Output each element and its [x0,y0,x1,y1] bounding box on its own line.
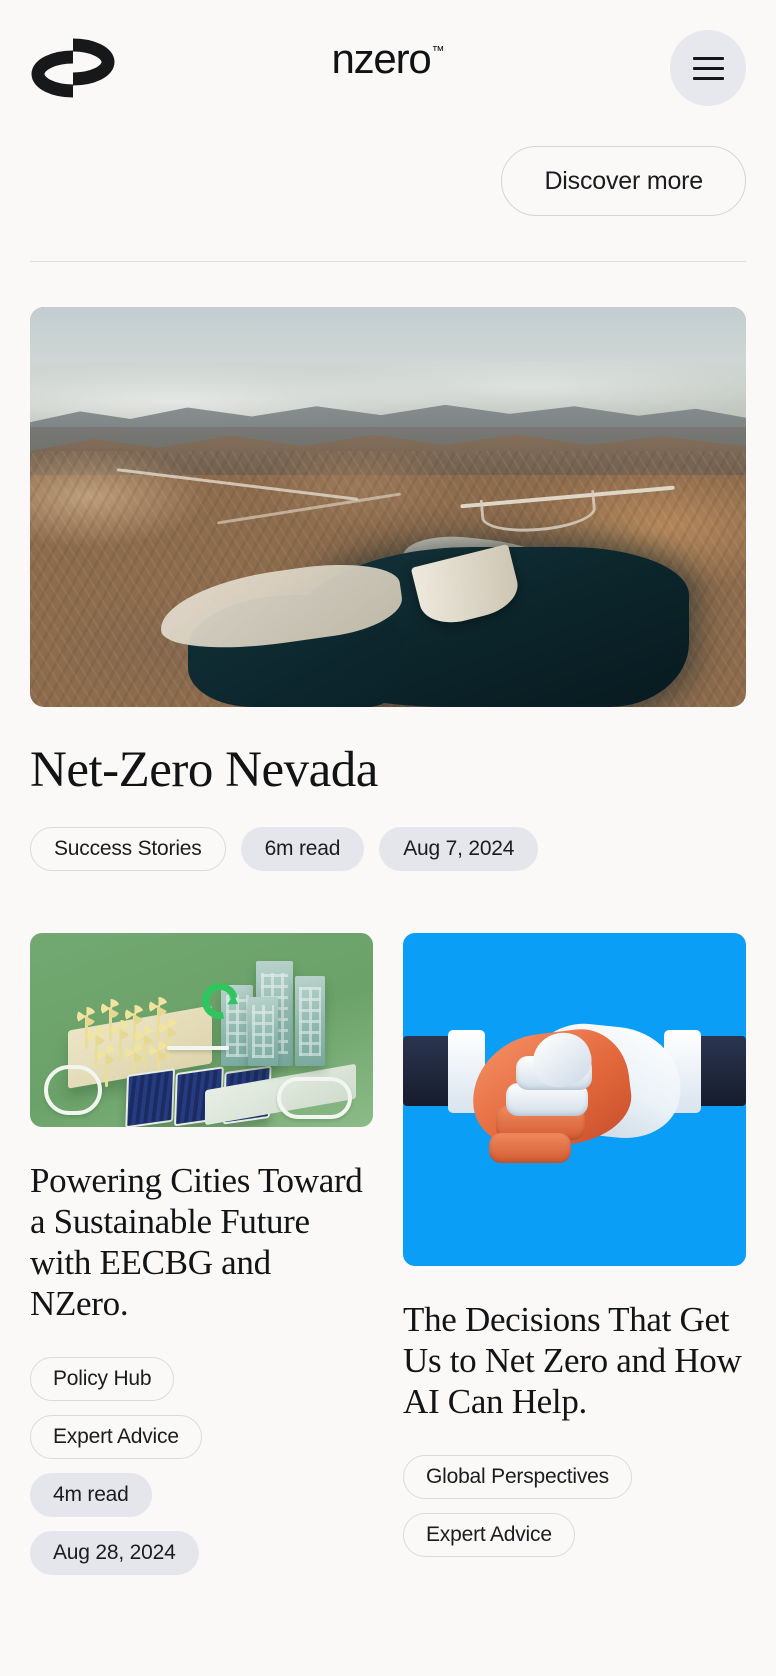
article-card-title-eecbg: Powering Cities Toward a Sustainable Fut… [30,1161,363,1323]
tag-expert-advice[interactable]: Expert Advice [30,1414,202,1459]
discover-more-row: Discover more [0,136,776,216]
building [248,996,278,1067]
site-header: nzero™ [0,0,776,136]
wind-turbine-icon [97,1045,117,1088]
trademark-symbol: ™ [431,43,445,58]
article-card-tags-eecbg: Policy Hub Expert Advice 4m read Aug 28,… [30,1356,373,1575]
article-card-image-handshake-illustration[interactable] [403,933,746,1267]
page-root: nzero™ Discover more Net-Zero Nevada Suc… [0,0,776,1676]
tag-success-stories[interactable]: Success Stories [30,827,226,872]
wind-turbine-icon [111,1020,131,1063]
connector-loop-left [43,1064,103,1116]
connector-loop-right [276,1076,353,1120]
tag-policy-hub[interactable]: Policy Hub [30,1356,175,1401]
tag-expert-advice[interactable]: Expert Advice [403,1512,575,1557]
nzero-logo-mark-icon[interactable] [30,37,116,99]
hamburger-menu-icon-bar-3 [692,76,724,80]
article-card-ai-net-zero[interactable]: The Decisions That Get Us to Net Zero an… [403,933,746,1575]
article-card-eecbg[interactable]: Powering Cities Toward a Sustainable Fut… [30,933,373,1575]
sky-layer [30,307,746,427]
tag-publish-date[interactable]: Aug 28, 2024 [30,1530,199,1575]
tag-publish-date[interactable]: Aug 7, 2024 [379,827,539,872]
hamburger-menu-button[interactable] [670,30,746,106]
hamburger-menu-icon-bar-2 [692,66,724,70]
wordmark-text: nzero [331,35,431,82]
article-card-grid: Powering Cities Toward a Sustainable Fut… [30,933,746,1575]
tag-global-perspectives[interactable]: Global Perspectives [403,1454,632,1499]
article-card-title-ai-net-zero: The Decisions That Get Us to Net Zero an… [403,1300,742,1421]
featured-article-tags: Success Stories 6m read Aug 7, 2024 [30,827,746,872]
nzero-wordmark: nzero™ [288,38,488,80]
logo-glyph [31,38,115,98]
wind-turbine-icon [159,1018,179,1061]
article-card-tags-ai-net-zero: Global Perspectives Expert Advice [403,1454,746,1557]
featured-article-image[interactable] [30,307,746,707]
header-divider [30,261,746,262]
tag-read-time[interactable]: 6m read [240,827,365,872]
connector-wire [167,1045,229,1050]
discover-more-button[interactable]: Discover more [501,146,746,216]
building [295,976,325,1067]
featured-article-title: Net-Zero Nevada [30,742,378,798]
human-finger [488,1132,572,1163]
featured-article[interactable]: Net-Zero Nevada Success Stories 6m read … [30,307,746,872]
city-buildings-group [219,960,342,1085]
solar-panel [125,1068,175,1128]
tag-read-time[interactable]: 4m read [30,1472,152,1517]
article-card-image-energy-illustration[interactable] [30,933,373,1128]
hamburger-menu-icon-bar-1 [692,56,724,60]
